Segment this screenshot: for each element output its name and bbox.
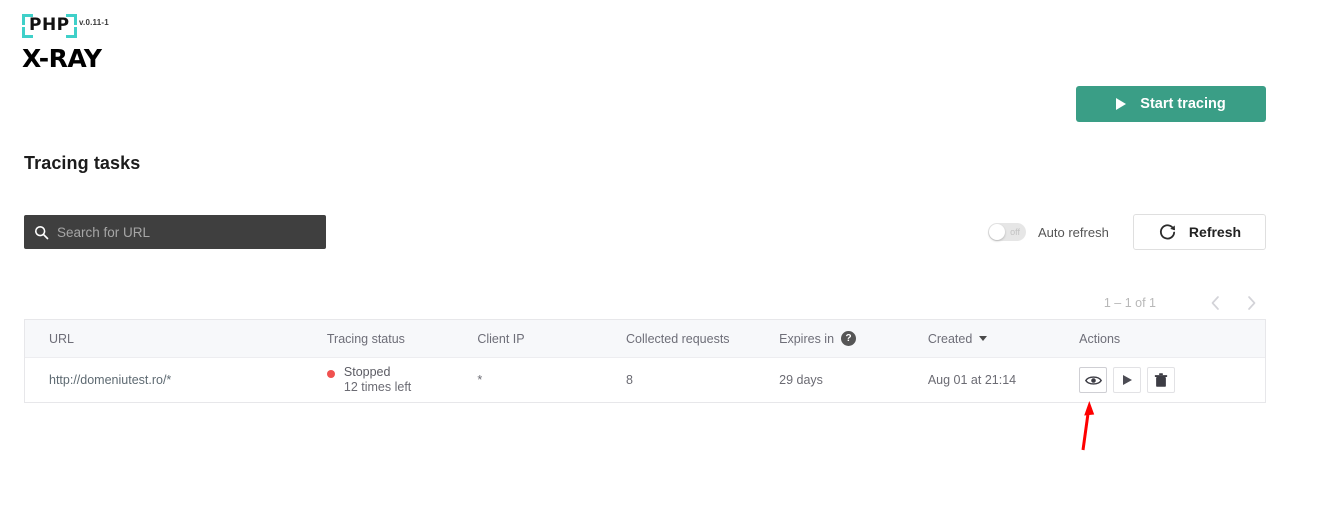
search-input[interactable]: [57, 224, 316, 240]
php-logo-mark: PHP: [22, 14, 77, 38]
column-header-expires-in[interactable]: Expires in ?: [779, 331, 928, 346]
play-icon: [1122, 375, 1132, 385]
cell-created: Aug 01 at 21:14: [927, 373, 1017, 387]
status-dot-icon: [326, 370, 335, 378]
cell-client-ip: *: [477, 373, 483, 387]
help-icon[interactable]: ?: [841, 331, 857, 346]
view-action-button[interactable]: [1079, 367, 1108, 393]
delete-icon: [1154, 372, 1168, 387]
refresh-button[interactable]: Refresh: [1133, 214, 1266, 250]
page-title: Tracing tasks: [24, 153, 141, 173]
auto-refresh-label: Auto refresh: [1038, 224, 1109, 240]
auto-refresh-control[interactable]: off Auto refresh: [988, 223, 1109, 241]
sort-descending-icon: [979, 336, 988, 341]
cell-actions: [1079, 367, 1265, 393]
cell-tracing-status: Stopped 12 times left: [326, 365, 477, 395]
pagination-range: 1 – 1 of 1: [1103, 296, 1156, 310]
column-header-actions: Actions: [1079, 331, 1121, 346]
column-header-client-ip[interactable]: Client IP: [477, 332, 626, 346]
toggle-knob: [989, 224, 1005, 240]
bracket-bottom-left-icon: [22, 27, 33, 38]
cell-url[interactable]: http://domeniutest.ro/*: [25, 373, 327, 387]
toggle-state-label: off: [1010, 227, 1020, 237]
column-header-url[interactable]: URL: [25, 332, 327, 346]
view-icon: [1084, 375, 1102, 385]
logo-php-text: PHP: [29, 15, 70, 35]
search-icon: [34, 225, 49, 239]
cell-collected-requests: 8: [626, 373, 633, 387]
bracket-top-left-icon: [22, 14, 33, 25]
chevron-right-icon: [1247, 296, 1255, 310]
delete-action-button[interactable]: [1147, 367, 1176, 393]
status-remaining-label: 12 times left: [343, 380, 412, 394]
bracket-bottom-right-icon: [65, 27, 77, 38]
start-tracing-label: Start tracing: [1140, 96, 1226, 112]
pagination-prev-button[interactable]: [1200, 292, 1230, 314]
tracing-tasks-table: URL Tracing status Client IP Collected r…: [24, 319, 1266, 403]
refresh-label: Refresh: [1188, 224, 1242, 240]
refresh-icon: [1159, 223, 1175, 239]
bracket-top-right-icon: [65, 14, 77, 25]
chevron-left-icon: [1211, 296, 1219, 310]
column-header-collected-requests[interactable]: Collected requests: [626, 332, 779, 346]
app-version: v.0.11-1: [79, 18, 109, 27]
pagination: 1 – 1 of 1: [1104, 292, 1266, 314]
table-row: http://domeniutest.ro/* Stopped 12 times…: [25, 358, 1265, 402]
column-header-created[interactable]: Created: [928, 332, 1079, 346]
status-label: Stopped: [343, 365, 391, 379]
search-box[interactable]: [24, 215, 326, 249]
start-tracing-button[interactable]: Start tracing: [1076, 86, 1266, 122]
cell-expires-in: 29 days: [779, 373, 823, 387]
play-icon: [1116, 98, 1127, 110]
pagination-next-button[interactable]: [1236, 292, 1266, 314]
logo-xray-text: X-RAY: [22, 44, 102, 73]
start-action-button[interactable]: [1113, 367, 1142, 393]
app-logo: PHP v.0.11-1 X-RAY: [22, 14, 242, 76]
auto-refresh-toggle[interactable]: off: [988, 223, 1026, 241]
column-header-tracing-status[interactable]: Tracing status: [327, 332, 477, 346]
column-header-expires-in-label: Expires in: [779, 331, 835, 346]
column-header-created-label: Created: [927, 331, 973, 346]
table-header-row: URL Tracing status Client IP Collected r…: [25, 320, 1265, 358]
annotation-arrow: [1081, 401, 1095, 451]
